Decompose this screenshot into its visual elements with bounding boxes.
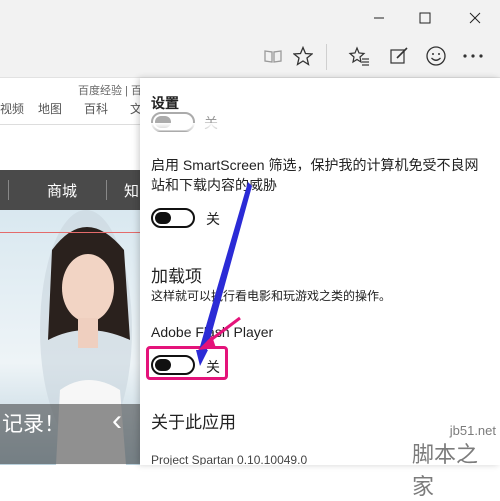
divider bbox=[106, 180, 107, 200]
scroll-fade bbox=[140, 123, 500, 131]
version-text: Project Spartan 0.10.10049.0 bbox=[151, 453, 308, 465]
smartscreen-toggle[interactable] bbox=[151, 208, 195, 228]
nav-link[interactable]: 文 bbox=[130, 100, 140, 117]
nav-link[interactable]: 地图 bbox=[38, 100, 62, 117]
about-heading: 关于此应用 bbox=[151, 413, 236, 432]
watermark-site: jb51.net bbox=[449, 423, 496, 438]
web-note-icon[interactable] bbox=[386, 43, 412, 69]
toggle-knob bbox=[155, 212, 171, 224]
web-page-content: 百度经验 | 百度 视频 地图 百科 文 商城 知 记录！ ‹ bbox=[0, 78, 140, 465]
divider bbox=[8, 180, 9, 200]
close-icon[interactable] bbox=[452, 0, 498, 35]
divider bbox=[0, 124, 140, 125]
caption-text: 记录！ bbox=[2, 413, 65, 436]
feedback-smiley-icon[interactable] bbox=[423, 43, 449, 69]
settings-title: 设置 bbox=[151, 95, 179, 111]
smartscreen-description: 启用 SmartScreen 筛选，保护我的计算机免受不良网站和下载内容的威胁 bbox=[151, 157, 479, 193]
settings-panel: 设置 关 启用 SmartScreen 筛选，保护我的计算机免受不良网站和下载内… bbox=[140, 78, 500, 465]
nav-link[interactable]: 视频 bbox=[0, 100, 24, 117]
site-navbar: 商城 知 bbox=[0, 170, 140, 210]
watermark: jb51.net 脚本之家 bbox=[412, 423, 500, 499]
top-links[interactable]: 百度经验 | 百度 bbox=[78, 82, 140, 98]
hub-icon[interactable] bbox=[346, 43, 372, 69]
favorite-star-icon[interactable] bbox=[290, 43, 316, 69]
smartscreen-toggle-label: 关 bbox=[206, 211, 220, 227]
banner-caption: 记录！ ‹ bbox=[0, 404, 140, 464]
maximize-icon[interactable] bbox=[402, 0, 448, 35]
title-bar bbox=[0, 0, 500, 35]
toolbar-divider bbox=[326, 44, 327, 70]
reading-view-icon[interactable] bbox=[260, 43, 286, 69]
watermark-name: 脚本之家 bbox=[412, 442, 479, 499]
navbar-item-mall[interactable]: 商城 bbox=[47, 180, 77, 201]
addons-heading: 加载项 bbox=[151, 267, 202, 286]
minimize-icon[interactable] bbox=[356, 0, 402, 35]
addons-description: 这样就可以执行看电影和玩游戏之类的操作。 bbox=[151, 289, 392, 303]
prev-arrow-icon[interactable]: ‹ bbox=[112, 404, 122, 438]
flash-toggle-highlight-box bbox=[146, 346, 228, 380]
more-icon[interactable] bbox=[460, 43, 486, 69]
navbar-item[interactable]: 知 bbox=[124, 180, 139, 201]
nav-link[interactable]: 百科 bbox=[84, 100, 108, 117]
flash-player-label: Adobe Flash Player bbox=[151, 324, 274, 340]
